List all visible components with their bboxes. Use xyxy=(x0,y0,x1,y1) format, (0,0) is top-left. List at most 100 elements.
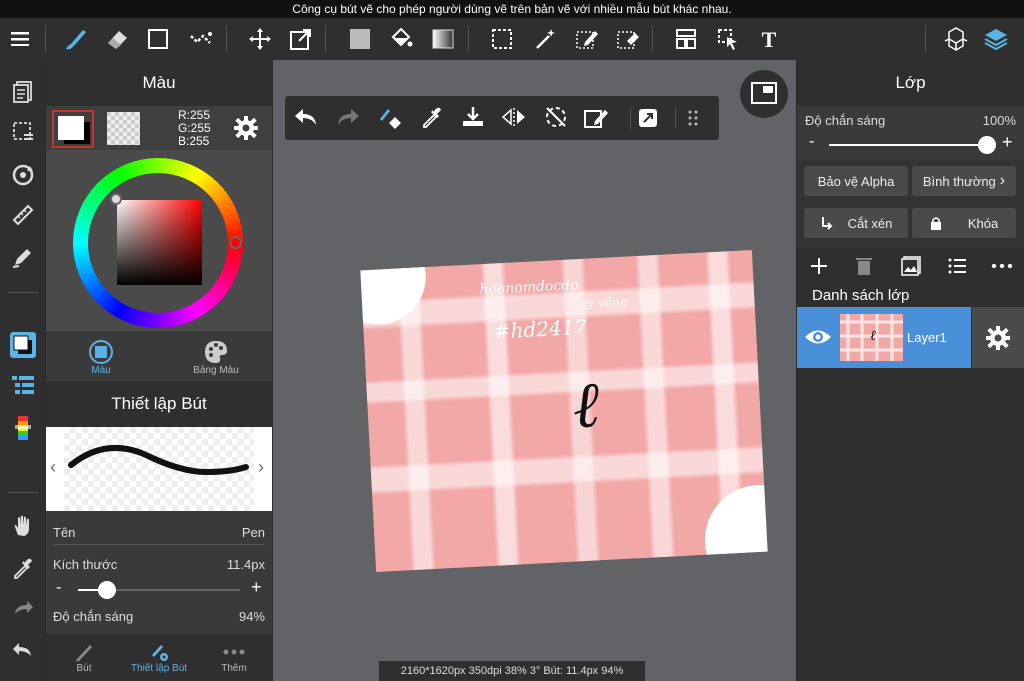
chevron-right-icon: › xyxy=(999,172,1006,189)
quick-pen-eraser-icon[interactable] xyxy=(377,105,403,136)
select-tool-icon[interactable] xyxy=(482,18,522,60)
quick-eyedropper-icon[interactable] xyxy=(421,106,443,133)
page-manager-icon[interactable] xyxy=(0,72,45,112)
line-tool-icon[interactable] xyxy=(181,18,221,60)
navigator-button[interactable] xyxy=(740,70,788,118)
secondary-color-swatch[interactable] xyxy=(107,112,140,145)
color-settings-gear-icon[interactable] xyxy=(233,115,259,146)
brush-size-label: Kích thước xyxy=(53,557,118,572)
blend-mode-button[interactable]: Bình thường › xyxy=(912,166,1016,196)
layer-opacity-label: Độ chắn sáng xyxy=(805,113,886,128)
quick-clear-icon[interactable] xyxy=(583,105,609,136)
tab-color[interactable]: Màu xyxy=(76,339,126,376)
brush-name-label: Tên xyxy=(53,525,76,540)
add-layer-icon[interactable] xyxy=(809,256,829,281)
brush-tool-icon[interactable] xyxy=(56,18,96,60)
size-slider[interactable] xyxy=(78,581,240,599)
pen-settings-icon[interactable] xyxy=(0,237,45,277)
layer-row[interactable]: ℓ Layer1 xyxy=(797,307,971,368)
layer-actions xyxy=(797,248,1024,284)
delete-layer-icon[interactable] xyxy=(855,256,873,281)
layer-opacity-value: 100% xyxy=(982,113,1016,128)
lock-label: Khóa xyxy=(967,215,999,231)
color-bar-icon[interactable] xyxy=(0,408,45,448)
rotate-view-icon[interactable] xyxy=(0,155,45,195)
left-panel: Màu R:255 G:255 B:255 Màu Bảng Màu Thiết… xyxy=(46,60,272,681)
layer-list-title: Danh sách lớp xyxy=(812,287,910,304)
eyedropper-icon[interactable] xyxy=(0,548,45,588)
alpha-protect-button[interactable]: Bảo vệ Alpha xyxy=(804,166,908,196)
select-eraser-icon[interactable] xyxy=(608,18,648,60)
layer-list-icon[interactable] xyxy=(947,256,967,281)
color-panel-title: Màu xyxy=(46,60,272,106)
list-view-icon[interactable] xyxy=(0,365,45,405)
layer-image-icon[interactable] xyxy=(901,256,921,281)
magic-wand-icon[interactable] xyxy=(526,18,566,60)
shape-tool-icon[interactable] xyxy=(138,18,178,60)
layer-more-icon[interactable] xyxy=(991,256,1013,281)
artwork-canvas[interactable]: hoanomdocdo @ vâng #hd2417 ℓ xyxy=(360,249,768,573)
clip-button[interactable]: Cắt xén xyxy=(804,208,908,238)
hand-tool-icon[interactable] xyxy=(0,506,45,546)
material-icon[interactable] xyxy=(936,18,976,60)
brush-panel-title: Thiết lập Bút xyxy=(46,381,272,427)
quick-flip-icon[interactable] xyxy=(501,106,527,133)
prev-brush-chevron-icon[interactable]: ‹ xyxy=(50,457,56,478)
quick-redo-icon[interactable] xyxy=(335,106,361,135)
layer-options: Bảo vệ Alpha Bình thường › Cắt xén Khóa xyxy=(797,160,1024,248)
quick-rotate-reset-icon[interactable] xyxy=(543,104,569,135)
text-tool-icon[interactable]: T xyxy=(749,18,789,60)
hashtag-text: #hd2417 xyxy=(493,314,588,344)
glyph-text: ℓ xyxy=(570,368,602,444)
layer-panel: Lớp Độ chắn sáng 100% - + Bảo vệ Alpha B… xyxy=(797,60,1024,681)
transform-tool-icon[interactable] xyxy=(281,18,321,60)
layer-opacity-plus-button[interactable]: + xyxy=(1002,132,1013,153)
size-slider-knob[interactable] xyxy=(98,581,116,599)
primary-color-swatch[interactable] xyxy=(52,110,94,148)
handwriting-text-2: @ vâng xyxy=(582,294,628,311)
layer-settings-button[interactable] xyxy=(972,307,1024,368)
size-minus-button[interactable]: - xyxy=(56,579,61,597)
canvas-area[interactable]: hoanomdocdo @ vâng #hd2417 ℓ 2160*1620px… xyxy=(273,60,796,681)
fill-color-icon[interactable] xyxy=(340,18,380,60)
quick-grid-handle-icon[interactable] xyxy=(687,109,703,132)
tab-more[interactable]: Thêm xyxy=(206,641,262,674)
layer-gear-icon xyxy=(986,326,1010,350)
sv-picker-handle[interactable] xyxy=(110,193,122,205)
layer-opacity-knob[interactable] xyxy=(978,136,996,154)
color-wheel-area xyxy=(46,150,272,330)
eye-icon[interactable] xyxy=(804,326,832,353)
size-plus-button[interactable]: + xyxy=(251,577,262,598)
tab-brush[interactable]: Bút xyxy=(56,641,112,674)
gradient-tool-icon[interactable] xyxy=(423,18,463,60)
move-tool-icon[interactable] xyxy=(240,18,280,60)
brush-size-value: 11.4px xyxy=(226,557,265,572)
operation-tool-icon[interactable] xyxy=(708,18,748,60)
selection-icon[interactable] xyxy=(0,112,45,152)
eraser-tool-icon[interactable] xyxy=(97,18,137,60)
menu-icon[interactable] xyxy=(0,18,40,60)
quick-export-icon[interactable] xyxy=(637,107,659,134)
quick-save-icon[interactable] xyxy=(461,105,485,134)
select-pen-icon[interactable] xyxy=(567,18,607,60)
saturation-value-square[interactable] xyxy=(117,200,202,285)
layers-icon[interactable] xyxy=(976,18,1016,60)
lock-button[interactable]: Khóa xyxy=(912,208,1016,238)
undo-icon[interactable] xyxy=(0,630,45,670)
layer-opacity-minus-button[interactable]: - xyxy=(809,133,814,151)
layer-opacity-slider[interactable] xyxy=(829,136,996,154)
quick-undo-icon[interactable] xyxy=(293,106,319,135)
tab-palette[interactable]: Bảng Màu xyxy=(186,339,246,376)
redo-icon[interactable] xyxy=(0,588,45,628)
layer-panel-title: Lớp xyxy=(797,60,1024,106)
frame-divider-icon[interactable] xyxy=(666,18,706,60)
bottom-tabs: Bút Thiết lập Bút Thêm xyxy=(46,635,272,681)
color-swatch-icon[interactable] xyxy=(0,325,45,365)
bucket-tool-icon[interactable] xyxy=(381,18,421,60)
svg-text:T: T xyxy=(762,28,777,50)
hue-picker-handle[interactable] xyxy=(229,236,242,249)
brush-name-value[interactable]: Pen xyxy=(242,525,265,540)
ruler-icon[interactable] xyxy=(0,195,45,235)
tab-brush-settings[interactable]: Thiết lập Bút xyxy=(124,641,194,674)
next-brush-chevron-icon[interactable]: › xyxy=(258,457,264,478)
